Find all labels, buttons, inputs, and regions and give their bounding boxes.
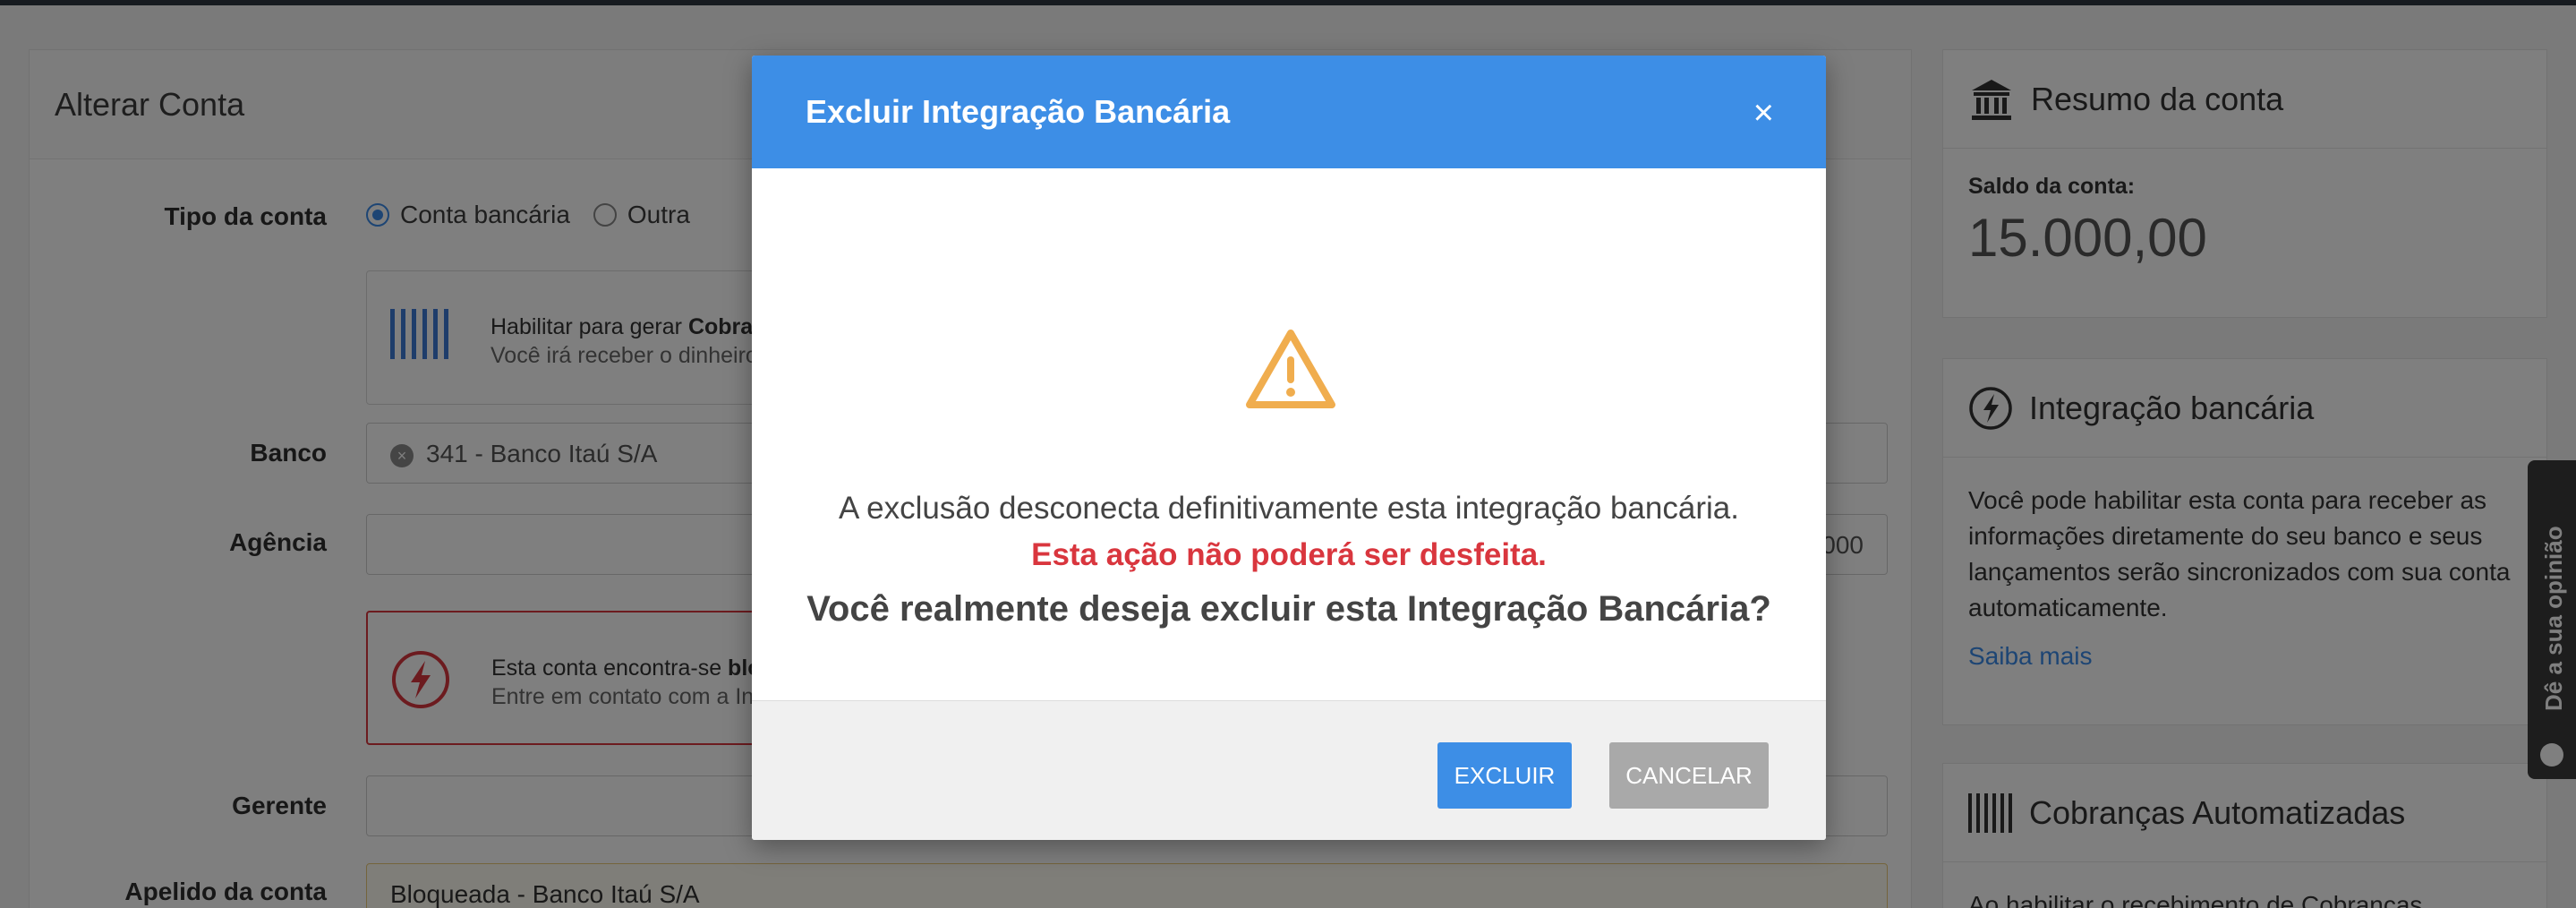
- modal-title: Excluir Integração Bancária: [806, 93, 1231, 130]
- modal-header: Excluir Integração Bancária ×: [752, 56, 1826, 168]
- modal-question: Você realmente deseja excluir esta Integ…: [806, 589, 1771, 629]
- cancel-button[interactable]: CANCELAR: [1609, 742, 1769, 809]
- delete-integration-modal: Excluir Integração Bancária × A exclusão…: [752, 56, 1826, 840]
- modal-footer: EXCLUIR CANCELAR: [752, 700, 1826, 840]
- close-icon[interactable]: ×: [1753, 95, 1774, 131]
- modal-body: A exclusão desconecta definitivamente es…: [752, 168, 1826, 700]
- warning-icon: [1246, 330, 1335, 408]
- modal-message: A exclusão desconecta definitivamente es…: [839, 491, 1739, 526]
- delete-button[interactable]: EXCLUIR: [1437, 742, 1572, 809]
- modal-warning-text: Esta ação não poderá ser desfeita.: [1031, 537, 1547, 572]
